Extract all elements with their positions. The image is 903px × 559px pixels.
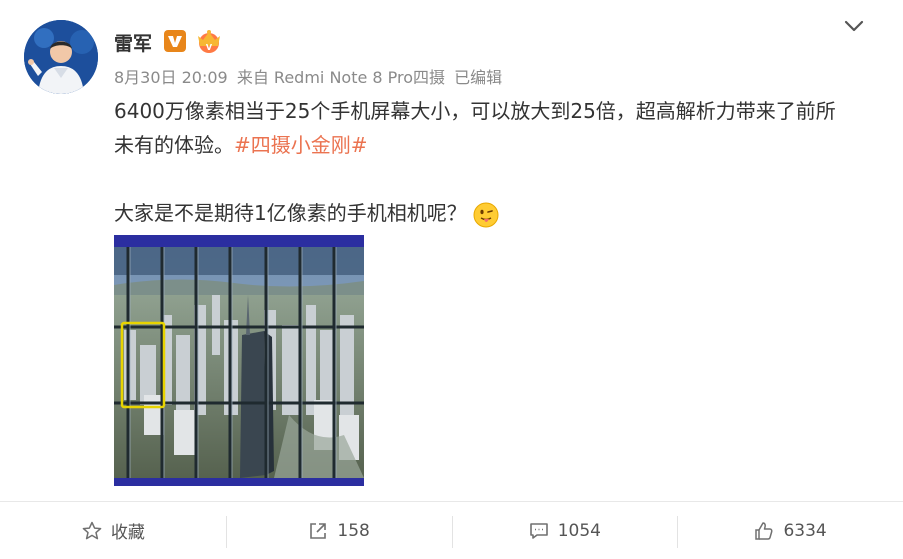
avatar-image bbox=[24, 20, 98, 94]
vip-v-badge-icon bbox=[164, 30, 186, 52]
favorite-button[interactable]: 收藏 bbox=[0, 502, 226, 559]
weibo-post: 雷军 V 8月30日 20:09 来自 Redmi Note 8 Pro四摄 已… bbox=[0, 0, 903, 559]
edited-label[interactable]: 已编辑 bbox=[454, 68, 502, 87]
tongue-emoji-icon bbox=[473, 202, 499, 227]
like-button[interactable]: 6334 bbox=[677, 502, 903, 559]
comment-button[interactable]: 1054 bbox=[451, 502, 678, 559]
star-icon bbox=[82, 521, 102, 539]
svg-text:V: V bbox=[206, 43, 213, 52]
repost-count: 158 bbox=[337, 520, 370, 541]
username[interactable]: 雷军 bbox=[114, 29, 152, 56]
crown-badge-icon[interactable]: V bbox=[195, 28, 223, 54]
favorite-label: 收藏 bbox=[110, 523, 145, 543]
post-text-line2-main: 未有的体验。 bbox=[114, 133, 234, 157]
city-skyline-photo bbox=[114, 235, 364, 486]
action-bar: 收藏 158 1054 6334 bbox=[0, 502, 903, 559]
comment-count: 1054 bbox=[557, 520, 601, 541]
comment-icon bbox=[529, 522, 548, 539]
post-question: 大家是不是期待1亿像素的手机相机呢？ bbox=[114, 201, 467, 225]
post-image[interactable] bbox=[114, 235, 364, 486]
share-icon bbox=[310, 522, 327, 539]
post-meta: 8月30日 20:09 来自 Redmi Note 8 Pro四摄 已编辑 bbox=[114, 64, 506, 88]
repost-button[interactable]: 158 bbox=[225, 502, 452, 559]
post-source: 来自 Redmi Note 8 Pro四摄 bbox=[236, 68, 446, 87]
post-text-line3: 大家是不是期待1亿像素的手机相机呢？ bbox=[114, 196, 874, 230]
avatar[interactable] bbox=[24, 20, 98, 94]
like-count: 6334 bbox=[783, 520, 827, 541]
post-text-line2: 未有的体验。#四摄小金刚# bbox=[114, 128, 874, 162]
chevron-down-icon[interactable] bbox=[842, 16, 866, 36]
thumbs-up-icon bbox=[755, 521, 773, 540]
post-text-line1: 6400万像素相当于25个手机屏幕大小，可以放大到25倍，超高解析力带来了前所 bbox=[114, 99, 836, 123]
hashtag-link[interactable]: #四摄小金刚# bbox=[234, 133, 368, 157]
post-time[interactable]: 8月30日 20:09 bbox=[114, 68, 228, 87]
